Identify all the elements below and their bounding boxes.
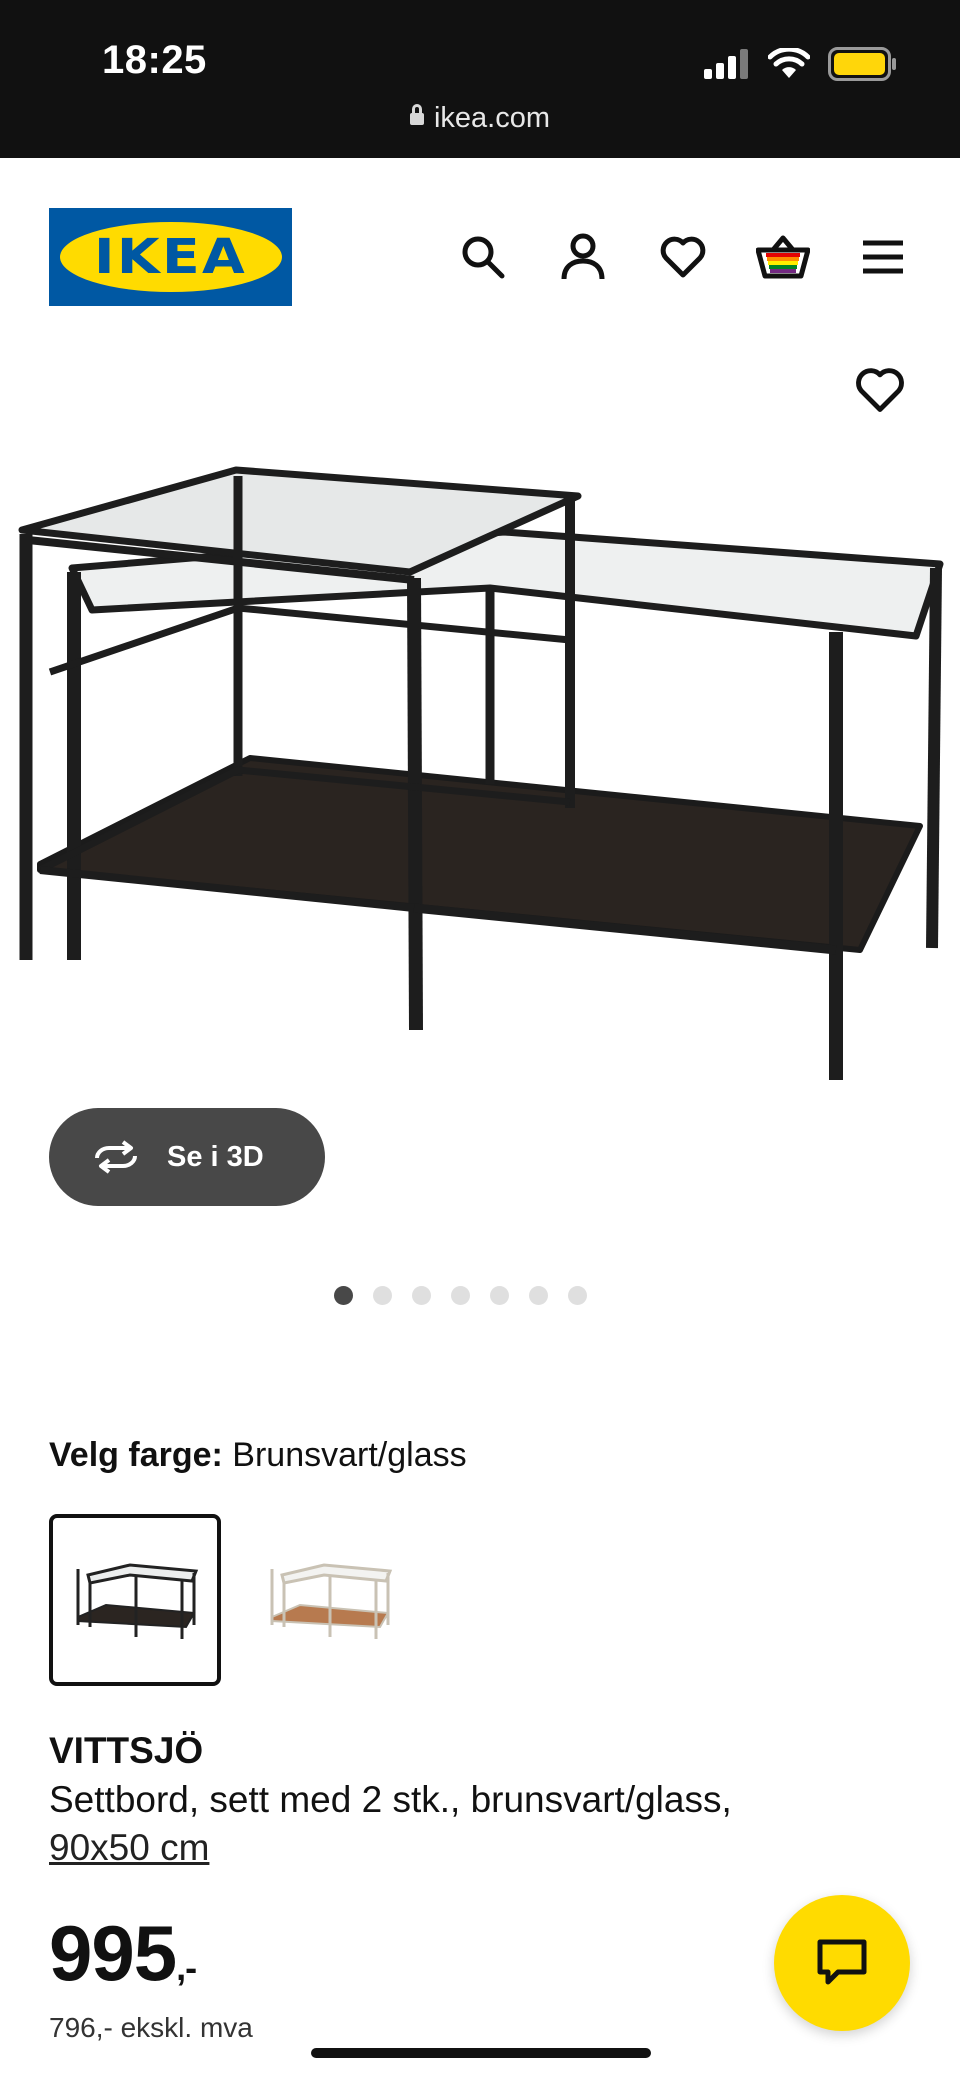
heart-icon — [660, 236, 706, 278]
price-ex-vat: 796,- ekskl. mva — [49, 2012, 253, 2043]
add-to-favorites-button[interactable] — [854, 366, 906, 418]
color-select-label: Velg farge: Brunsvart/glass — [49, 1436, 467, 1475]
chat-button[interactable] — [774, 1895, 910, 2031]
lock-icon — [409, 104, 424, 125]
swatch-image — [270, 1563, 393, 1639]
product-description-text: Settbord, sett med 2 stk., brunsvart/gla… — [49, 1779, 732, 1820]
product-price: 995,- — [49, 1908, 197, 1999]
color-select-value: Brunsvart/glass — [232, 1436, 467, 1474]
carousel-dot[interactable] — [450, 1286, 470, 1305]
account-button[interactable] — [556, 230, 610, 284]
swatch-brunsvart-glass[interactable] — [49, 1514, 221, 1686]
image-carousel-dots — [0, 1286, 960, 1305]
rotate-3d-icon — [95, 1140, 137, 1174]
view-in-3d-button[interactable]: Se i 3D — [49, 1108, 325, 1206]
carousel-dot[interactable] — [333, 1286, 353, 1305]
nesting-tables-image — [18, 466, 944, 1080]
address-bar[interactable]: ikea.com — [0, 102, 960, 135]
header-nav — [456, 230, 910, 284]
status-time: 18:25 — [102, 38, 207, 82]
logo-ellipse: IKEA — [59, 222, 282, 292]
carousel-dot[interactable] — [528, 1286, 548, 1305]
color-select-title: Velg farge: — [49, 1436, 223, 1474]
view-in-3d-label: Se i 3D — [167, 1140, 264, 1173]
menu-icon — [863, 240, 903, 274]
swatch-hvit-glass[interactable] — [243, 1514, 415, 1686]
carousel-dot[interactable] — [489, 1286, 509, 1305]
account-icon — [561, 233, 605, 280]
menu-button[interactable] — [856, 230, 910, 284]
wifi-icon — [768, 48, 810, 78]
signal-icon — [704, 49, 748, 79]
carousel-dot[interactable] — [567, 1286, 587, 1305]
swatch-image — [76, 1563, 199, 1639]
price-suffix: ,- — [176, 1947, 197, 1988]
product-description: Settbord, sett med 2 stk., brunsvart/gla… — [49, 1776, 909, 1872]
search-icon — [462, 236, 505, 279]
battery-icon — [828, 47, 896, 81]
product-size-link[interactable]: 90x50 cm — [49, 1827, 209, 1868]
carousel-dot[interactable] — [372, 1286, 392, 1305]
favorites-button[interactable] — [656, 230, 710, 284]
search-button[interactable] — [456, 230, 510, 284]
product-image[interactable] — [0, 440, 960, 1100]
price-value: 995 — [49, 1909, 177, 1997]
basket-icon — [756, 235, 810, 279]
product-name: VITTSJÖ — [49, 1730, 204, 1771]
status-bar: 18:25 ikea.com — [0, 0, 960, 158]
home-indicator — [311, 2048, 651, 2058]
color-swatches — [49, 1514, 415, 1686]
heart-icon — [856, 368, 904, 412]
carousel-dot[interactable] — [411, 1286, 431, 1305]
address-bar-url: ikea.com — [433, 102, 551, 134]
chat-icon — [817, 1939, 867, 1985]
status-icons — [704, 44, 898, 84]
site-header: IKEA — [0, 158, 960, 308]
logo-text: IKEA — [94, 229, 247, 285]
basket-button[interactable] — [756, 230, 810, 284]
ikea-logo[interactable]: IKEA — [49, 208, 292, 306]
